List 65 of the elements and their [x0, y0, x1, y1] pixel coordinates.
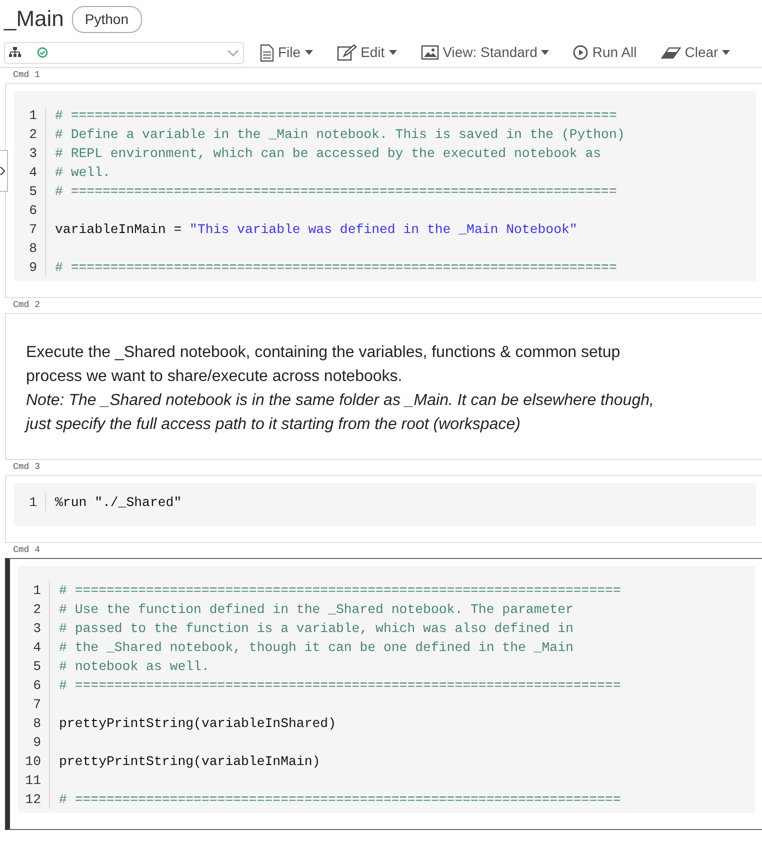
- cluster-icon: [9, 47, 21, 58]
- code-line: # =====================================================================: [58, 677, 621, 695]
- code-line: # notebook as well.: [58, 658, 210, 676]
- line-number: 6: [14, 201, 46, 220]
- notebook-title: _Main: [4, 8, 64, 30]
- toolbar-button[interactable]: File: [260, 42, 313, 63]
- line-number: 2: [14, 125, 46, 144]
- cell-label: Cmd 1: [12, 69, 42, 82]
- code-line: # =====================================================================: [54, 183, 617, 201]
- toolbar-button[interactable]: View: Standard: [420, 42, 550, 63]
- sidebar-toggle[interactable]: [0, 150, 8, 192]
- cell-label: Cmd 2: [12, 299, 42, 312]
- line-number: 8: [14, 239, 46, 258]
- code-line: # well.: [54, 164, 110, 182]
- code-line: # the _Shared notebook, though it can be one defined in the _Main: [58, 639, 574, 657]
- line-number: 7: [14, 220, 46, 239]
- image-icon: [420, 45, 439, 60]
- code-line: prettyPrintString(variableInMain): [58, 753, 320, 771]
- line-number: 3: [18, 619, 50, 638]
- line-number: 9: [18, 733, 50, 752]
- chevron-down-icon: [227, 48, 239, 56]
- line-number: 6: [18, 676, 50, 695]
- code-line: # =====================================================================: [54, 259, 617, 277]
- code-line: %run "./_Shared": [54, 494, 182, 512]
- cell-label: Cmd 3: [12, 461, 42, 474]
- chevron-right-icon: [0, 166, 6, 176]
- toolbar-button[interactable]: Edit: [336, 42, 397, 63]
- code-line: # Use the function defined in the _Shared notebook. The parameter: [58, 601, 574, 619]
- line-number: 10: [18, 752, 50, 771]
- code-line: # passed to the function is a variable, which was also defined in: [58, 620, 574, 638]
- line-number: 7: [18, 695, 50, 714]
- cell-label: Cmd 4: [12, 544, 42, 557]
- line-number: 1: [18, 581, 50, 600]
- code-line: # Define a variable in the _Main notebook. This is saved in the (Python): [54, 126, 625, 144]
- edit-icon: [336, 44, 357, 62]
- toolbar-button[interactable]: Clear: [660, 42, 730, 63]
- cluster-select[interactable]: [4, 42, 244, 64]
- paragraph: Execute the _Shared notebook, containing the variables, functions & common setup process we want to share/execute across notebooks.: [26, 343, 622, 387]
- code-line: # =====================================================================: [58, 791, 621, 809]
- status-check-icon: [37, 47, 48, 58]
- line-number: 1: [14, 493, 46, 512]
- code-line: # REPL environment, which can be accessed by the executed notebook as: [54, 145, 602, 163]
- paragraph: Note: The _Shared notebook is in the same folder as _Main. It can be elsewhere though, just specify the full access path to it starting from the root (workspace): [26, 391, 655, 435]
- language-badge: Python: [72, 6, 142, 32]
- line-number: 3: [14, 144, 46, 163]
- code-line: # =====================================================================: [58, 582, 621, 600]
- line-number: 5: [14, 182, 46, 201]
- line-number: 1: [14, 106, 46, 125]
- file-icon: [260, 44, 274, 62]
- code-editor[interactable]: 1 %run "./_Shared": [14, 483, 756, 526]
- code-line: variableInMain = "This variable was defined in the _Main Notebook": [54, 221, 578, 239]
- line-number: 9: [14, 258, 46, 277]
- notebook-cell[interactable]: 1 %run "./_Shared": [5, 475, 762, 543]
- line-number: 4: [18, 638, 50, 657]
- eraser-icon: [660, 46, 681, 60]
- line-number: 4: [14, 163, 46, 182]
- code-line: prettyPrintString(variableInShared): [58, 715, 336, 733]
- line-number: 11: [18, 771, 50, 790]
- line-number: 12: [18, 790, 50, 809]
- line-number: 2: [18, 600, 50, 619]
- line-number: 5: [18, 657, 50, 676]
- toolbar-button[interactable]: Run All: [573, 42, 637, 63]
- code-line: # =====================================================================: [54, 107, 617, 125]
- play-icon: [573, 45, 588, 60]
- line-number: 8: [18, 714, 50, 733]
